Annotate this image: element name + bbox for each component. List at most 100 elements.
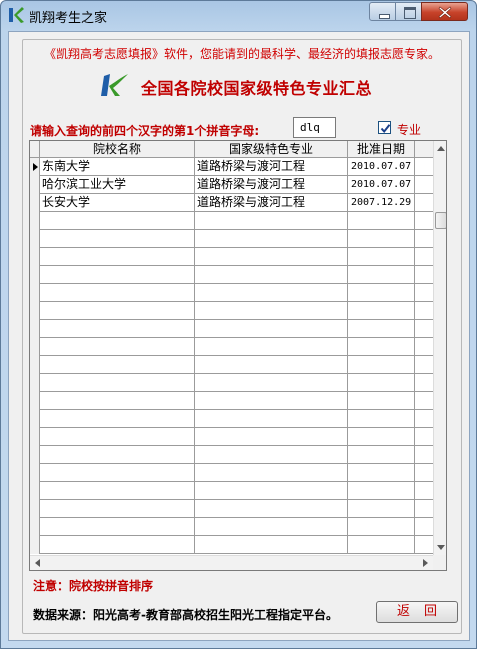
cell-extra[interactable]: [415, 158, 433, 176]
cell-major[interactable]: [195, 464, 348, 482]
cell-school[interactable]: [40, 446, 195, 464]
cell-major[interactable]: [195, 428, 348, 446]
title-bar[interactable]: 凯翔考生之家: [1, 1, 476, 29]
table-row[interactable]: 长安大学 道路桥梁与渡河工程 2007.12.29: [30, 194, 433, 212]
cell-date[interactable]: [348, 500, 415, 518]
cell-school[interactable]: [40, 536, 195, 554]
cell-extra[interactable]: [415, 194, 433, 212]
cell-major[interactable]: [195, 356, 348, 374]
cell-major[interactable]: [195, 248, 348, 266]
cell-major[interactable]: [195, 374, 348, 392]
table-row[interactable]: [30, 446, 433, 464]
scroll-right-arrow-icon[interactable]: [423, 559, 428, 567]
cell-date[interactable]: [348, 356, 415, 374]
back-button[interactable]: 返回: [376, 601, 458, 623]
table-row[interactable]: [30, 320, 433, 338]
cell-school[interactable]: [40, 338, 195, 356]
cell-school[interactable]: 长安大学: [40, 194, 195, 212]
cell-extra[interactable]: [415, 356, 433, 374]
cell-date[interactable]: [348, 320, 415, 338]
cell-major[interactable]: [195, 230, 348, 248]
major-checkbox-label[interactable]: 专业: [397, 121, 421, 138]
cell-school[interactable]: [40, 500, 195, 518]
cell-date[interactable]: 2010.07.07: [348, 176, 415, 194]
cell-extra[interactable]: [415, 284, 433, 302]
scroll-down-arrow-icon[interactable]: [437, 545, 445, 550]
cell-major[interactable]: 道路桥梁与渡河工程: [195, 158, 348, 176]
cell-school[interactable]: [40, 482, 195, 500]
cell-school[interactable]: [40, 518, 195, 536]
table-row[interactable]: [30, 482, 433, 500]
cell-major[interactable]: [195, 410, 348, 428]
cell-date[interactable]: [348, 284, 415, 302]
cell-major[interactable]: [195, 446, 348, 464]
cell-school[interactable]: [40, 392, 195, 410]
cell-school[interactable]: [40, 320, 195, 338]
cell-major[interactable]: 道路桥梁与渡河工程: [195, 176, 348, 194]
cell-date[interactable]: [348, 536, 415, 554]
cell-extra[interactable]: [415, 374, 433, 392]
cell-date[interactable]: [348, 212, 415, 230]
cell-extra[interactable]: [415, 464, 433, 482]
cell-school[interactable]: [40, 266, 195, 284]
scroll-left-arrow-icon[interactable]: [35, 559, 40, 567]
cell-extra[interactable]: [415, 500, 433, 518]
cell-date[interactable]: [348, 338, 415, 356]
major-checkbox[interactable]: [378, 121, 391, 134]
table-row[interactable]: [30, 266, 433, 284]
cell-date[interactable]: [348, 410, 415, 428]
cell-date[interactable]: [348, 392, 415, 410]
column-header-date[interactable]: 批准日期: [348, 141, 415, 158]
cell-extra[interactable]: [415, 176, 433, 194]
table-row[interactable]: [30, 392, 433, 410]
cell-major[interactable]: [195, 482, 348, 500]
cell-school[interactable]: [40, 230, 195, 248]
cell-school[interactable]: [40, 428, 195, 446]
cell-extra[interactable]: [415, 248, 433, 266]
table-row[interactable]: 东南大学 道路桥梁与渡河工程 2010.07.07: [30, 158, 433, 176]
cell-school[interactable]: [40, 284, 195, 302]
cell-extra[interactable]: [415, 536, 433, 554]
cell-date[interactable]: [348, 374, 415, 392]
cell-major[interactable]: [195, 212, 348, 230]
cell-date[interactable]: [348, 464, 415, 482]
table-row[interactable]: [30, 284, 433, 302]
cell-major[interactable]: [195, 338, 348, 356]
table-row[interactable]: [30, 356, 433, 374]
table-row[interactable]: [30, 518, 433, 536]
close-button[interactable]: [421, 2, 468, 21]
cell-school[interactable]: [40, 212, 195, 230]
cell-date[interactable]: [348, 266, 415, 284]
cell-major[interactable]: [195, 500, 348, 518]
cell-extra[interactable]: [415, 428, 433, 446]
minimize-button[interactable]: [369, 2, 396, 21]
cell-date[interactable]: 2010.07.07: [348, 158, 415, 176]
table-row[interactable]: [30, 428, 433, 446]
cell-major[interactable]: 道路桥梁与渡河工程: [195, 194, 348, 212]
cell-major[interactable]: [195, 302, 348, 320]
cell-date[interactable]: [348, 248, 415, 266]
table-row[interactable]: 哈尔滨工业大学 道路桥梁与渡河工程 2010.07.07: [30, 176, 433, 194]
column-header-major[interactable]: 国家级特色专业: [195, 141, 348, 158]
cell-school[interactable]: [40, 410, 195, 428]
cell-major[interactable]: [195, 320, 348, 338]
cell-extra[interactable]: [415, 302, 433, 320]
vertical-scrollbar[interactable]: [433, 141, 446, 555]
cell-date[interactable]: [348, 518, 415, 536]
cell-extra[interactable]: [415, 338, 433, 356]
cell-school[interactable]: [40, 374, 195, 392]
cell-school[interactable]: 东南大学: [40, 158, 195, 176]
cell-extra[interactable]: [415, 320, 433, 338]
pinyin-input[interactable]: dlq: [293, 117, 336, 138]
cell-extra[interactable]: [415, 410, 433, 428]
vertical-scroll-thumb[interactable]: [435, 212, 446, 229]
horizontal-scrollbar[interactable]: [30, 555, 433, 570]
cell-major[interactable]: [195, 266, 348, 284]
table-row[interactable]: [30, 374, 433, 392]
cell-extra[interactable]: [415, 266, 433, 284]
cell-major[interactable]: [195, 536, 348, 554]
table-row[interactable]: [30, 230, 433, 248]
cell-date[interactable]: [348, 446, 415, 464]
cell-major[interactable]: [195, 284, 348, 302]
table-row[interactable]: [30, 536, 433, 554]
